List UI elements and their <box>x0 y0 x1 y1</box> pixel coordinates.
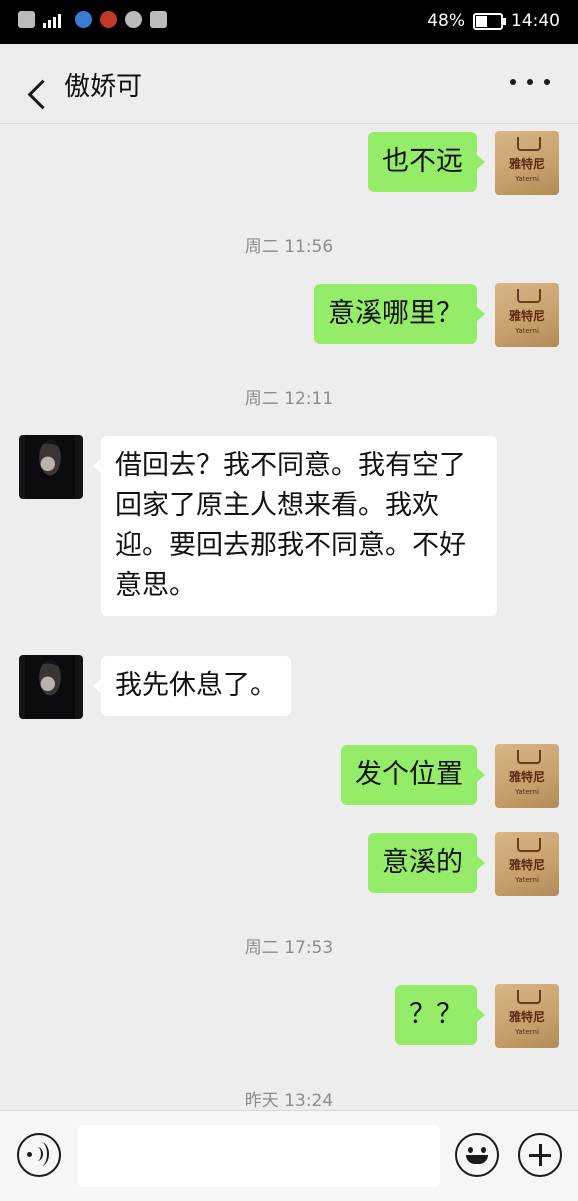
shield-icon <box>150 11 167 28</box>
timestamp: 周二 12:11 <box>244 389 334 409</box>
contact-avatar[interactable] <box>19 655 83 719</box>
back-button[interactable] <box>10 58 58 110</box>
news-app-icon <box>100 11 117 28</box>
my-avatar[interactable]: 雅特尼 Yaterni <box>495 984 559 1048</box>
outgoing-message[interactable]: ？？ <box>395 985 485 1045</box>
outgoing-message[interactable]: 意溪哪里？ <box>314 284 485 344</box>
hd-icon <box>18 11 35 28</box>
voice-icon[interactable] <box>17 1133 61 1177</box>
chat-header: 傲娇可 <box>0 44 578 124</box>
wechat-notification-icon <box>125 11 142 28</box>
contact-avatar[interactable] <box>19 435 83 499</box>
status-bar: 48% 14:40 <box>0 0 578 44</box>
plus-icon[interactable] <box>518 1133 562 1177</box>
emoji-icon[interactable] <box>455 1133 499 1177</box>
timestamp: 周二 11:56 <box>244 237 334 257</box>
signal-icon <box>43 12 67 28</box>
incoming-message[interactable]: 我先休息了。 <box>93 656 291 716</box>
incoming-message[interactable]: 借回去？我不同意。我有空了回家了原主人想来看。我欢迎。要回去那我不同意。不好意思… <box>93 436 497 616</box>
my-avatar[interactable]: 雅特尼 Yaterni <box>495 832 559 896</box>
chat-title: 傲娇可 <box>64 72 143 102</box>
clock: 14:40 <box>511 11 560 31</box>
battery-percent: 48% <box>427 11 465 31</box>
more-dots-icon[interactable] <box>510 70 550 94</box>
timestamp: 昨天 13:24 <box>244 1091 334 1110</box>
my-avatar[interactable]: 雅特尼 Yaterni <box>495 744 559 808</box>
translate-app-icon <box>75 11 92 28</box>
outgoing-message[interactable]: 意溪的 <box>368 833 485 893</box>
outgoing-message[interactable]: 发个位置 <box>341 745 485 805</box>
chevron-left-icon <box>27 79 58 110</box>
input-bar <box>0 1110 578 1201</box>
message-input[interactable] <box>78 1125 440 1187</box>
my-avatar[interactable]: 雅特尼 Yaterni <box>495 131 559 195</box>
battery-icon <box>473 12 506 30</box>
my-avatar[interactable]: 雅特尼 Yaterni <box>495 283 559 347</box>
timestamp: 周二 17:53 <box>244 938 334 958</box>
outgoing-message[interactable]: 也不远 <box>368 132 485 192</box>
message-list[interactable]: 也不远 雅特尼 Yaterni 周二 11:56 意溪哪里？ 雅特尼 Yater… <box>0 124 578 1110</box>
